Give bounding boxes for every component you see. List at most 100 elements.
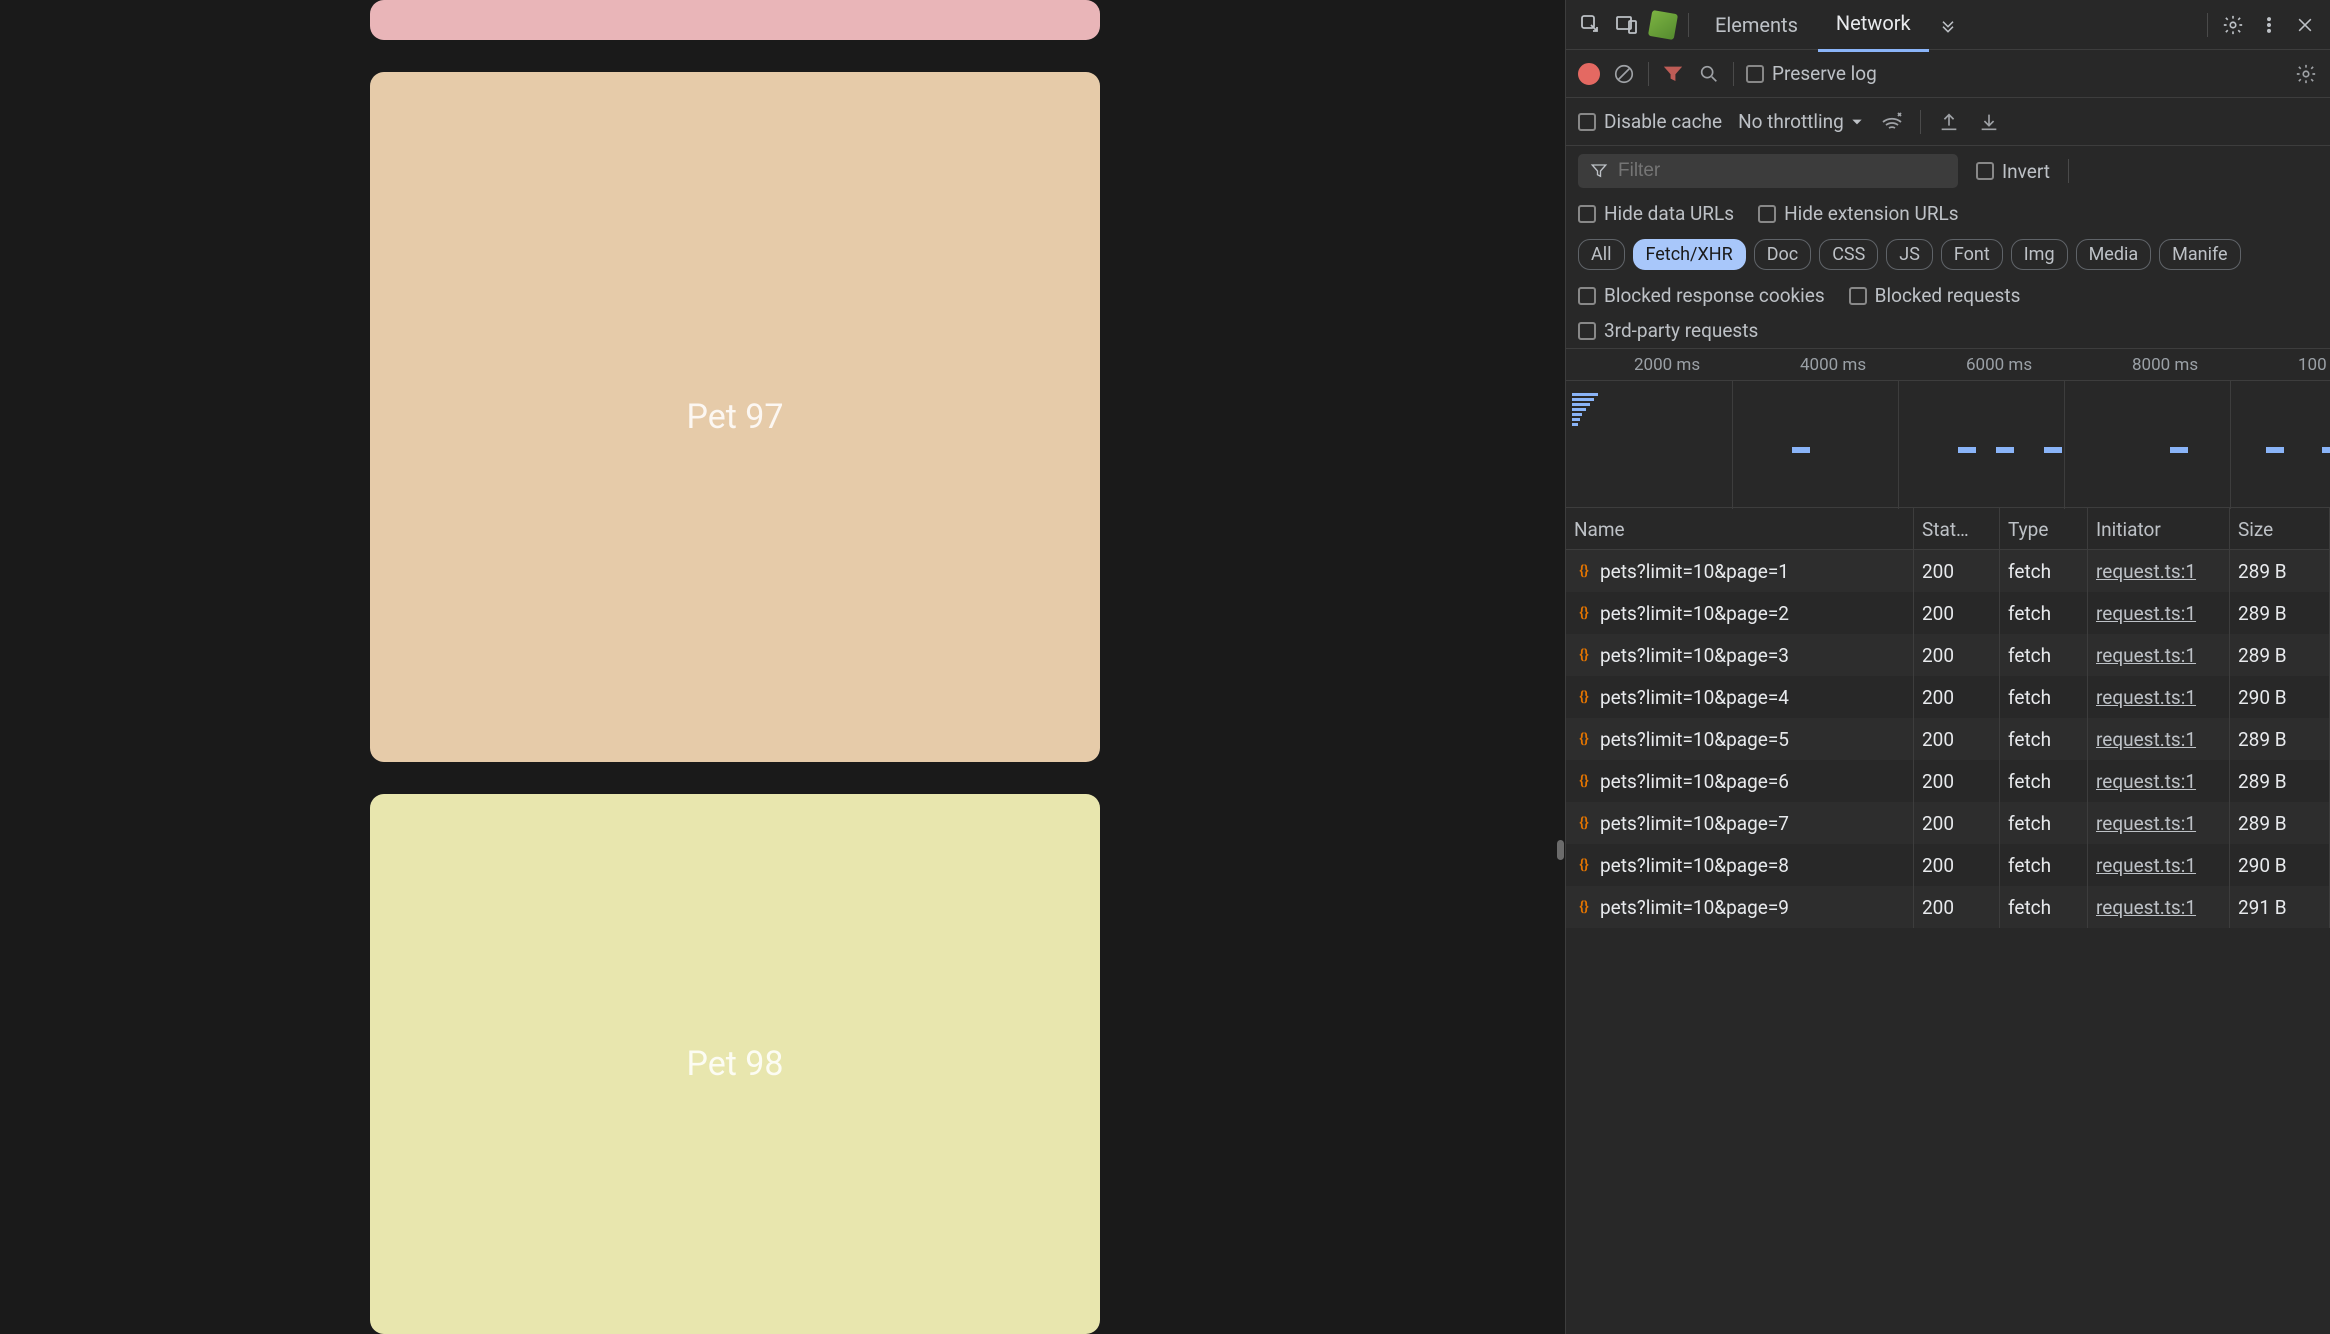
- download-har-icon[interactable]: [1977, 110, 2001, 134]
- header-size[interactable]: Size: [2230, 508, 2330, 549]
- pill-doc[interactable]: Doc: [1754, 239, 1812, 270]
- cell-size: 289 B: [2230, 592, 2330, 634]
- throttling-select[interactable]: No throttling: [1738, 110, 1864, 133]
- network-table-body: {} pets?limit=10&page=1 200 fetch reques…: [1566, 550, 2330, 1334]
- cell-initiator: request.ts:1: [2088, 592, 2230, 634]
- pill-media[interactable]: Media: [2076, 239, 2152, 270]
- table-row[interactable]: {} pets?limit=10&page=3 200 fetch reques…: [1566, 634, 2330, 676]
- more-tabs-icon[interactable]: [1931, 8, 1965, 42]
- pill-font[interactable]: Font: [1941, 239, 2003, 270]
- header-status[interactable]: Stat…: [1914, 508, 2000, 549]
- pet-card[interactable]: Pet 97: [370, 72, 1100, 762]
- checkbox-icon: [1849, 287, 1867, 305]
- table-row[interactable]: {} pets?limit=10&page=4 200 fetch reques…: [1566, 676, 2330, 718]
- blocked-response-cookies-checkbox[interactable]: Blocked response cookies: [1578, 284, 1825, 307]
- extension-cube-icon[interactable]: [1646, 8, 1680, 42]
- table-row[interactable]: {} pets?limit=10&page=8 200 fetch reques…: [1566, 844, 2330, 886]
- hide-data-urls-label: Hide data URLs: [1604, 202, 1734, 225]
- scroll-thumb[interactable]: [1557, 840, 1564, 860]
- search-icon[interactable]: [1697, 62, 1721, 86]
- cell-type: fetch: [2000, 844, 2088, 886]
- json-icon: {}: [1574, 687, 1594, 707]
- initiator-link[interactable]: request.ts:1: [2096, 602, 2196, 625]
- checkbox-icon: [1578, 287, 1596, 305]
- tab-network[interactable]: Network: [1818, 0, 1929, 52]
- initiator-link[interactable]: request.ts:1: [2096, 728, 2196, 751]
- filter-input[interactable]: [1618, 160, 1946, 182]
- initiator-link[interactable]: request.ts:1: [2096, 854, 2196, 877]
- cell-name: {} pets?limit=10&page=8: [1566, 844, 1914, 886]
- table-row[interactable]: {} pets?limit=10&page=5 200 fetch reques…: [1566, 718, 2330, 760]
- blocked-requests-checkbox[interactable]: Blocked requests: [1849, 284, 2021, 307]
- upload-har-icon[interactable]: [1937, 110, 1961, 134]
- json-icon: {}: [1574, 813, 1594, 833]
- filter-input-wrap[interactable]: [1578, 154, 1958, 188]
- timeline-body: [1566, 381, 2330, 509]
- pet-card[interactable]: [370, 0, 1100, 40]
- cell-initiator: request.ts:1: [2088, 550, 2230, 592]
- table-row[interactable]: {} pets?limit=10&page=1 200 fetch reques…: [1566, 550, 2330, 592]
- pill-all[interactable]: All: [1578, 239, 1625, 270]
- scrollbar[interactable]: [1555, 0, 1565, 1334]
- header-initiator[interactable]: Initiator: [2088, 508, 2230, 549]
- inspect-element-icon[interactable]: [1574, 8, 1608, 42]
- clear-icon[interactable]: [1612, 62, 1636, 86]
- record-button[interactable]: [1578, 63, 1600, 85]
- invert-checkbox[interactable]: Invert: [1976, 160, 2050, 183]
- network-settings-gear-icon[interactable]: [2294, 62, 2318, 86]
- chevron-down-icon: [1850, 115, 1864, 129]
- pill-manifest[interactable]: Manife: [2159, 239, 2240, 270]
- device-toolbar-icon[interactable]: [1610, 8, 1644, 42]
- preserve-log-checkbox[interactable]: Preserve log: [1746, 62, 1877, 85]
- initiator-link[interactable]: request.ts:1: [2096, 686, 2196, 709]
- cell-type: fetch: [2000, 760, 2088, 802]
- cell-size: 289 B: [2230, 802, 2330, 844]
- url-hide-row: Hide data URLs Hide extension URLs: [1566, 196, 2330, 231]
- table-row[interactable]: {} pets?limit=10&page=2 200 fetch reques…: [1566, 592, 2330, 634]
- network-conditions-icon[interactable]: [1880, 110, 1904, 134]
- close-devtools-icon[interactable]: [2288, 8, 2322, 42]
- cell-status: 200: [1914, 634, 2000, 676]
- json-icon: {}: [1574, 645, 1594, 665]
- pill-img[interactable]: Img: [2011, 239, 2068, 270]
- timeline-bar: [1958, 447, 1976, 453]
- initiator-link[interactable]: request.ts:1: [2096, 770, 2196, 793]
- table-row[interactable]: {} pets?limit=10&page=7 200 fetch reques…: [1566, 802, 2330, 844]
- timeline-tick-label: 100: [2298, 355, 2327, 375]
- kebab-menu-icon[interactable]: [2252, 8, 2286, 42]
- cell-size: 290 B: [2230, 844, 2330, 886]
- cell-initiator: request.ts:1: [2088, 886, 2230, 928]
- json-icon: {}: [1574, 855, 1594, 875]
- initiator-link[interactable]: request.ts:1: [2096, 812, 2196, 835]
- timeline-tick-label: 2000 ms: [1634, 355, 1700, 375]
- initiator-link[interactable]: request.ts:1: [2096, 896, 2196, 919]
- cell-size: 291 B: [2230, 886, 2330, 928]
- json-icon: {}: [1574, 897, 1594, 917]
- cell-status: 200: [1914, 592, 2000, 634]
- json-icon: {}: [1574, 729, 1594, 749]
- filter-funnel-icon[interactable]: [1661, 62, 1685, 86]
- preserve-log-label: Preserve log: [1772, 62, 1877, 85]
- hide-data-urls-checkbox[interactable]: Hide data URLs: [1578, 202, 1734, 225]
- initiator-link[interactable]: request.ts:1: [2096, 560, 2196, 583]
- hide-ext-urls-checkbox[interactable]: Hide extension URLs: [1758, 202, 1959, 225]
- tab-elements[interactable]: Elements: [1697, 0, 1816, 51]
- header-type[interactable]: Type: [2000, 508, 2088, 549]
- initiator-link[interactable]: request.ts:1: [2096, 644, 2196, 667]
- table-row[interactable]: {} pets?limit=10&page=9 200 fetch reques…: [1566, 886, 2330, 928]
- table-row[interactable]: {} pets?limit=10&page=6 200 fetch reques…: [1566, 760, 2330, 802]
- request-name: pets?limit=10&page=7: [1600, 812, 1789, 835]
- third-party-checkbox[interactable]: 3rd-party requests: [1578, 319, 1758, 342]
- cell-status: 200: [1914, 886, 2000, 928]
- pill-css[interactable]: CSS: [1819, 239, 1878, 270]
- pill-fetch-xhr[interactable]: Fetch/XHR: [1633, 239, 1746, 270]
- timeline-overview[interactable]: 2000 ms 4000 ms 6000 ms 8000 ms 100: [1566, 348, 2330, 508]
- throttling-label: No throttling: [1738, 110, 1844, 133]
- settings-gear-icon[interactable]: [2216, 8, 2250, 42]
- json-icon: {}: [1574, 561, 1594, 581]
- pet-card[interactable]: Pet 98: [370, 794, 1100, 1334]
- pill-js[interactable]: JS: [1886, 239, 1933, 270]
- disable-cache-checkbox[interactable]: Disable cache: [1578, 110, 1722, 133]
- header-name[interactable]: Name: [1566, 508, 1914, 549]
- request-name: pets?limit=10&page=2: [1600, 602, 1789, 625]
